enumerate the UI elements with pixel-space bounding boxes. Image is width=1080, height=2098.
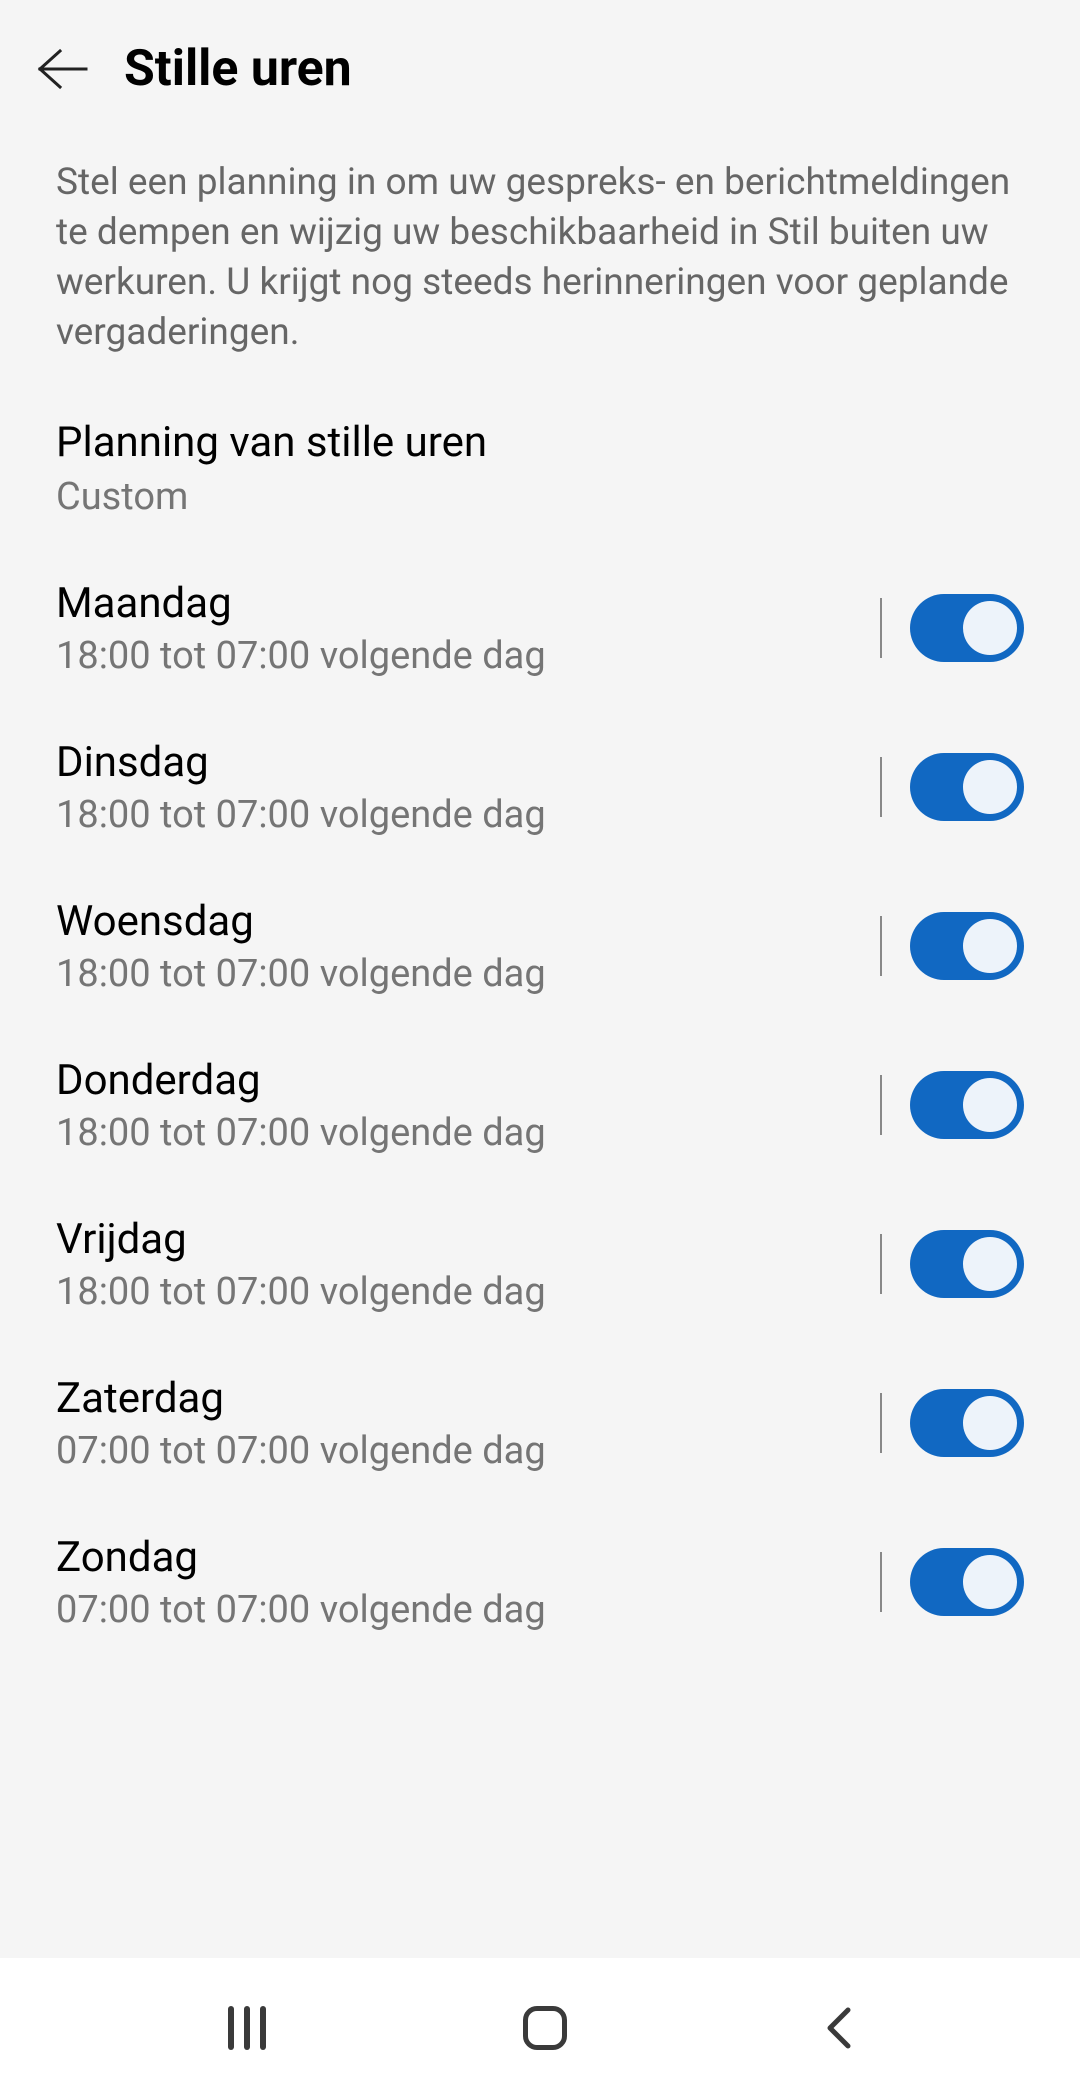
- day-name: Zondag: [56, 1533, 880, 1582]
- toggle-knob: [963, 1078, 1017, 1132]
- navigation-bar: [0, 1958, 1080, 2098]
- divider: [880, 1393, 882, 1453]
- toggle-friday[interactable]: [910, 1230, 1024, 1298]
- day-row-sunday: Zondag 07:00 tot 07:00 volgende dag: [56, 1533, 1024, 1632]
- divider: [880, 1234, 882, 1294]
- toggle-container: [880, 594, 1024, 662]
- toggle-container: [880, 753, 1024, 821]
- header: Stille uren: [0, 0, 1080, 128]
- schedule-setting[interactable]: Planning van stille uren Custom: [56, 418, 1024, 519]
- day-row-tuesday: Dinsdag 18:00 tot 07:00 volgende dag: [56, 738, 1024, 837]
- day-time: 18:00 tot 07:00 volgende dag: [56, 1270, 880, 1314]
- day-time: 18:00 tot 07:00 volgende dag: [56, 634, 880, 678]
- toggle-knob: [963, 1396, 1017, 1450]
- toggle-container: [880, 1548, 1024, 1616]
- divider: [880, 757, 882, 817]
- toggle-container: [880, 1071, 1024, 1139]
- day-info[interactable]: Zaterdag 07:00 tot 07:00 volgende dag: [56, 1374, 880, 1473]
- day-row-thursday: Donderdag 18:00 tot 07:00 volgende dag: [56, 1056, 1024, 1155]
- day-info[interactable]: Vrijdag 18:00 tot 07:00 volgende dag: [56, 1215, 880, 1314]
- toggle-sunday[interactable]: [910, 1548, 1024, 1616]
- toggle-tuesday[interactable]: [910, 753, 1024, 821]
- day-row-monday: Maandag 18:00 tot 07:00 volgende dag: [56, 579, 1024, 678]
- day-name: Dinsdag: [56, 738, 880, 787]
- recents-button[interactable]: [228, 2006, 266, 2050]
- day-name: Donderdag: [56, 1056, 880, 1105]
- day-name: Vrijdag: [56, 1215, 880, 1264]
- toggle-saturday[interactable]: [910, 1389, 1024, 1457]
- day-info[interactable]: Dinsdag 18:00 tot 07:00 volgende dag: [56, 738, 880, 837]
- day-row-friday: Vrijdag 18:00 tot 07:00 volgende dag: [56, 1215, 1024, 1314]
- home-button[interactable]: [523, 2006, 567, 2050]
- toggle-container: [880, 1389, 1024, 1457]
- day-row-wednesday: Woensdag 18:00 tot 07:00 volgende dag: [56, 897, 1024, 996]
- day-time: 18:00 tot 07:00 volgende dag: [56, 1111, 880, 1155]
- day-time: 18:00 tot 07:00 volgende dag: [56, 952, 880, 996]
- home-icon: [523, 2006, 567, 2050]
- back-button[interactable]: [824, 2006, 852, 2050]
- divider: [880, 1552, 882, 1612]
- toggle-thursday[interactable]: [910, 1071, 1024, 1139]
- divider: [880, 916, 882, 976]
- day-info[interactable]: Donderdag 18:00 tot 07:00 volgende dag: [56, 1056, 880, 1155]
- schedule-subtitle: Custom: [56, 475, 1024, 519]
- recents-icon: [228, 2006, 266, 2050]
- day-time: 07:00 tot 07:00 volgende dag: [56, 1429, 880, 1473]
- day-info[interactable]: Woensdag 18:00 tot 07:00 volgende dag: [56, 897, 880, 996]
- content-area: Stel een planning in om uw gespreks- en …: [0, 128, 1080, 1958]
- day-name: Maandag: [56, 579, 880, 628]
- day-time: 07:00 tot 07:00 volgende dag: [56, 1588, 880, 1632]
- divider: [880, 598, 882, 658]
- toggle-container: [880, 912, 1024, 980]
- description-text: Stel een planning in om uw gespreks- en …: [56, 158, 1024, 358]
- toggle-knob: [963, 1237, 1017, 1291]
- toggle-knob: [963, 919, 1017, 973]
- back-arrow-icon[interactable]: [36, 47, 88, 91]
- day-info[interactable]: Zondag 07:00 tot 07:00 volgende dag: [56, 1533, 880, 1632]
- day-name: Zaterdag: [56, 1374, 880, 1423]
- page-title: Stille uren: [124, 40, 352, 98]
- day-time: 18:00 tot 07:00 volgende dag: [56, 793, 880, 837]
- toggle-wednesday[interactable]: [910, 912, 1024, 980]
- day-row-saturday: Zaterdag 07:00 tot 07:00 volgende dag: [56, 1374, 1024, 1473]
- toggle-knob: [963, 1555, 1017, 1609]
- toggle-container: [880, 1230, 1024, 1298]
- day-info[interactable]: Maandag 18:00 tot 07:00 volgende dag: [56, 579, 880, 678]
- toggle-knob: [963, 760, 1017, 814]
- toggle-monday[interactable]: [910, 594, 1024, 662]
- toggle-knob: [963, 601, 1017, 655]
- schedule-title: Planning van stille uren: [56, 418, 1024, 467]
- back-nav-icon: [824, 2006, 852, 2050]
- day-name: Woensdag: [56, 897, 880, 946]
- divider: [880, 1075, 882, 1135]
